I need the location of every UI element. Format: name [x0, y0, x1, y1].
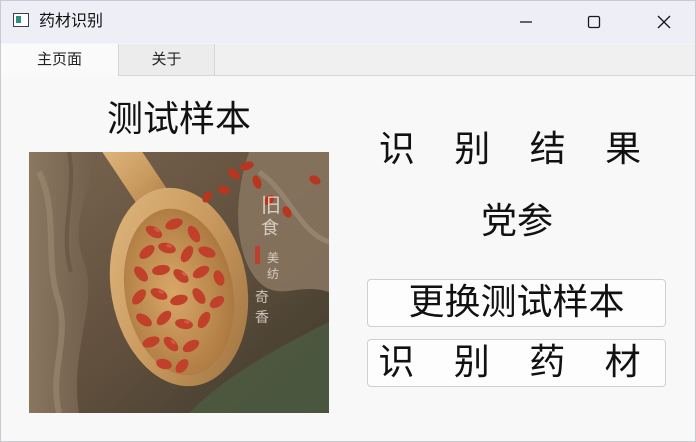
- close-icon: [657, 15, 671, 29]
- svg-text:美: 美: [267, 251, 279, 265]
- result-title: 识 别 结 果: [378, 129, 656, 170]
- goji-berries-image: 旧 食 美 纺 奇 香: [29, 152, 329, 413]
- main-content: 测试样本 旧 食 美 纺 奇 香 识 别 结 果 党参 更换测试样本 识 别 药…: [1, 76, 695, 441]
- minimize-icon: [520, 21, 532, 23]
- svg-text:香: 香: [255, 310, 269, 326]
- app-icon: [13, 13, 29, 27]
- title-bar[interactable]: 药材识别: [1, 1, 695, 43]
- close-button[interactable]: [641, 1, 687, 43]
- identify-button[interactable]: 识 别 药 材: [367, 339, 666, 387]
- change-sample-button[interactable]: 更换测试样本: [367, 279, 666, 327]
- svg-text:纺: 纺: [267, 267, 279, 281]
- tab-about[interactable]: 关于: [119, 44, 215, 75]
- tab-bar: 主页面 关于: [1, 44, 695, 76]
- sample-title: 测试样本: [106, 99, 251, 140]
- tab-main-page[interactable]: 主页面: [1, 44, 119, 76]
- maximize-button[interactable]: [571, 1, 617, 43]
- window-title: 药材识别: [39, 11, 104, 30]
- maximize-icon: [587, 15, 601, 29]
- sample-image: 旧 食 美 纺 奇 香: [29, 152, 329, 413]
- svg-text:奇: 奇: [255, 289, 269, 306]
- svg-text:旧: 旧: [261, 193, 281, 217]
- svg-text:食: 食: [261, 218, 279, 239]
- app-window: 药材识别 主页面 关于 测试样本 旧 食 美 纺 奇 香 识 别 结 果 党参 …: [0, 0, 696, 442]
- minimize-button[interactable]: [503, 1, 549, 43]
- result-value: 党参: [480, 201, 553, 242]
